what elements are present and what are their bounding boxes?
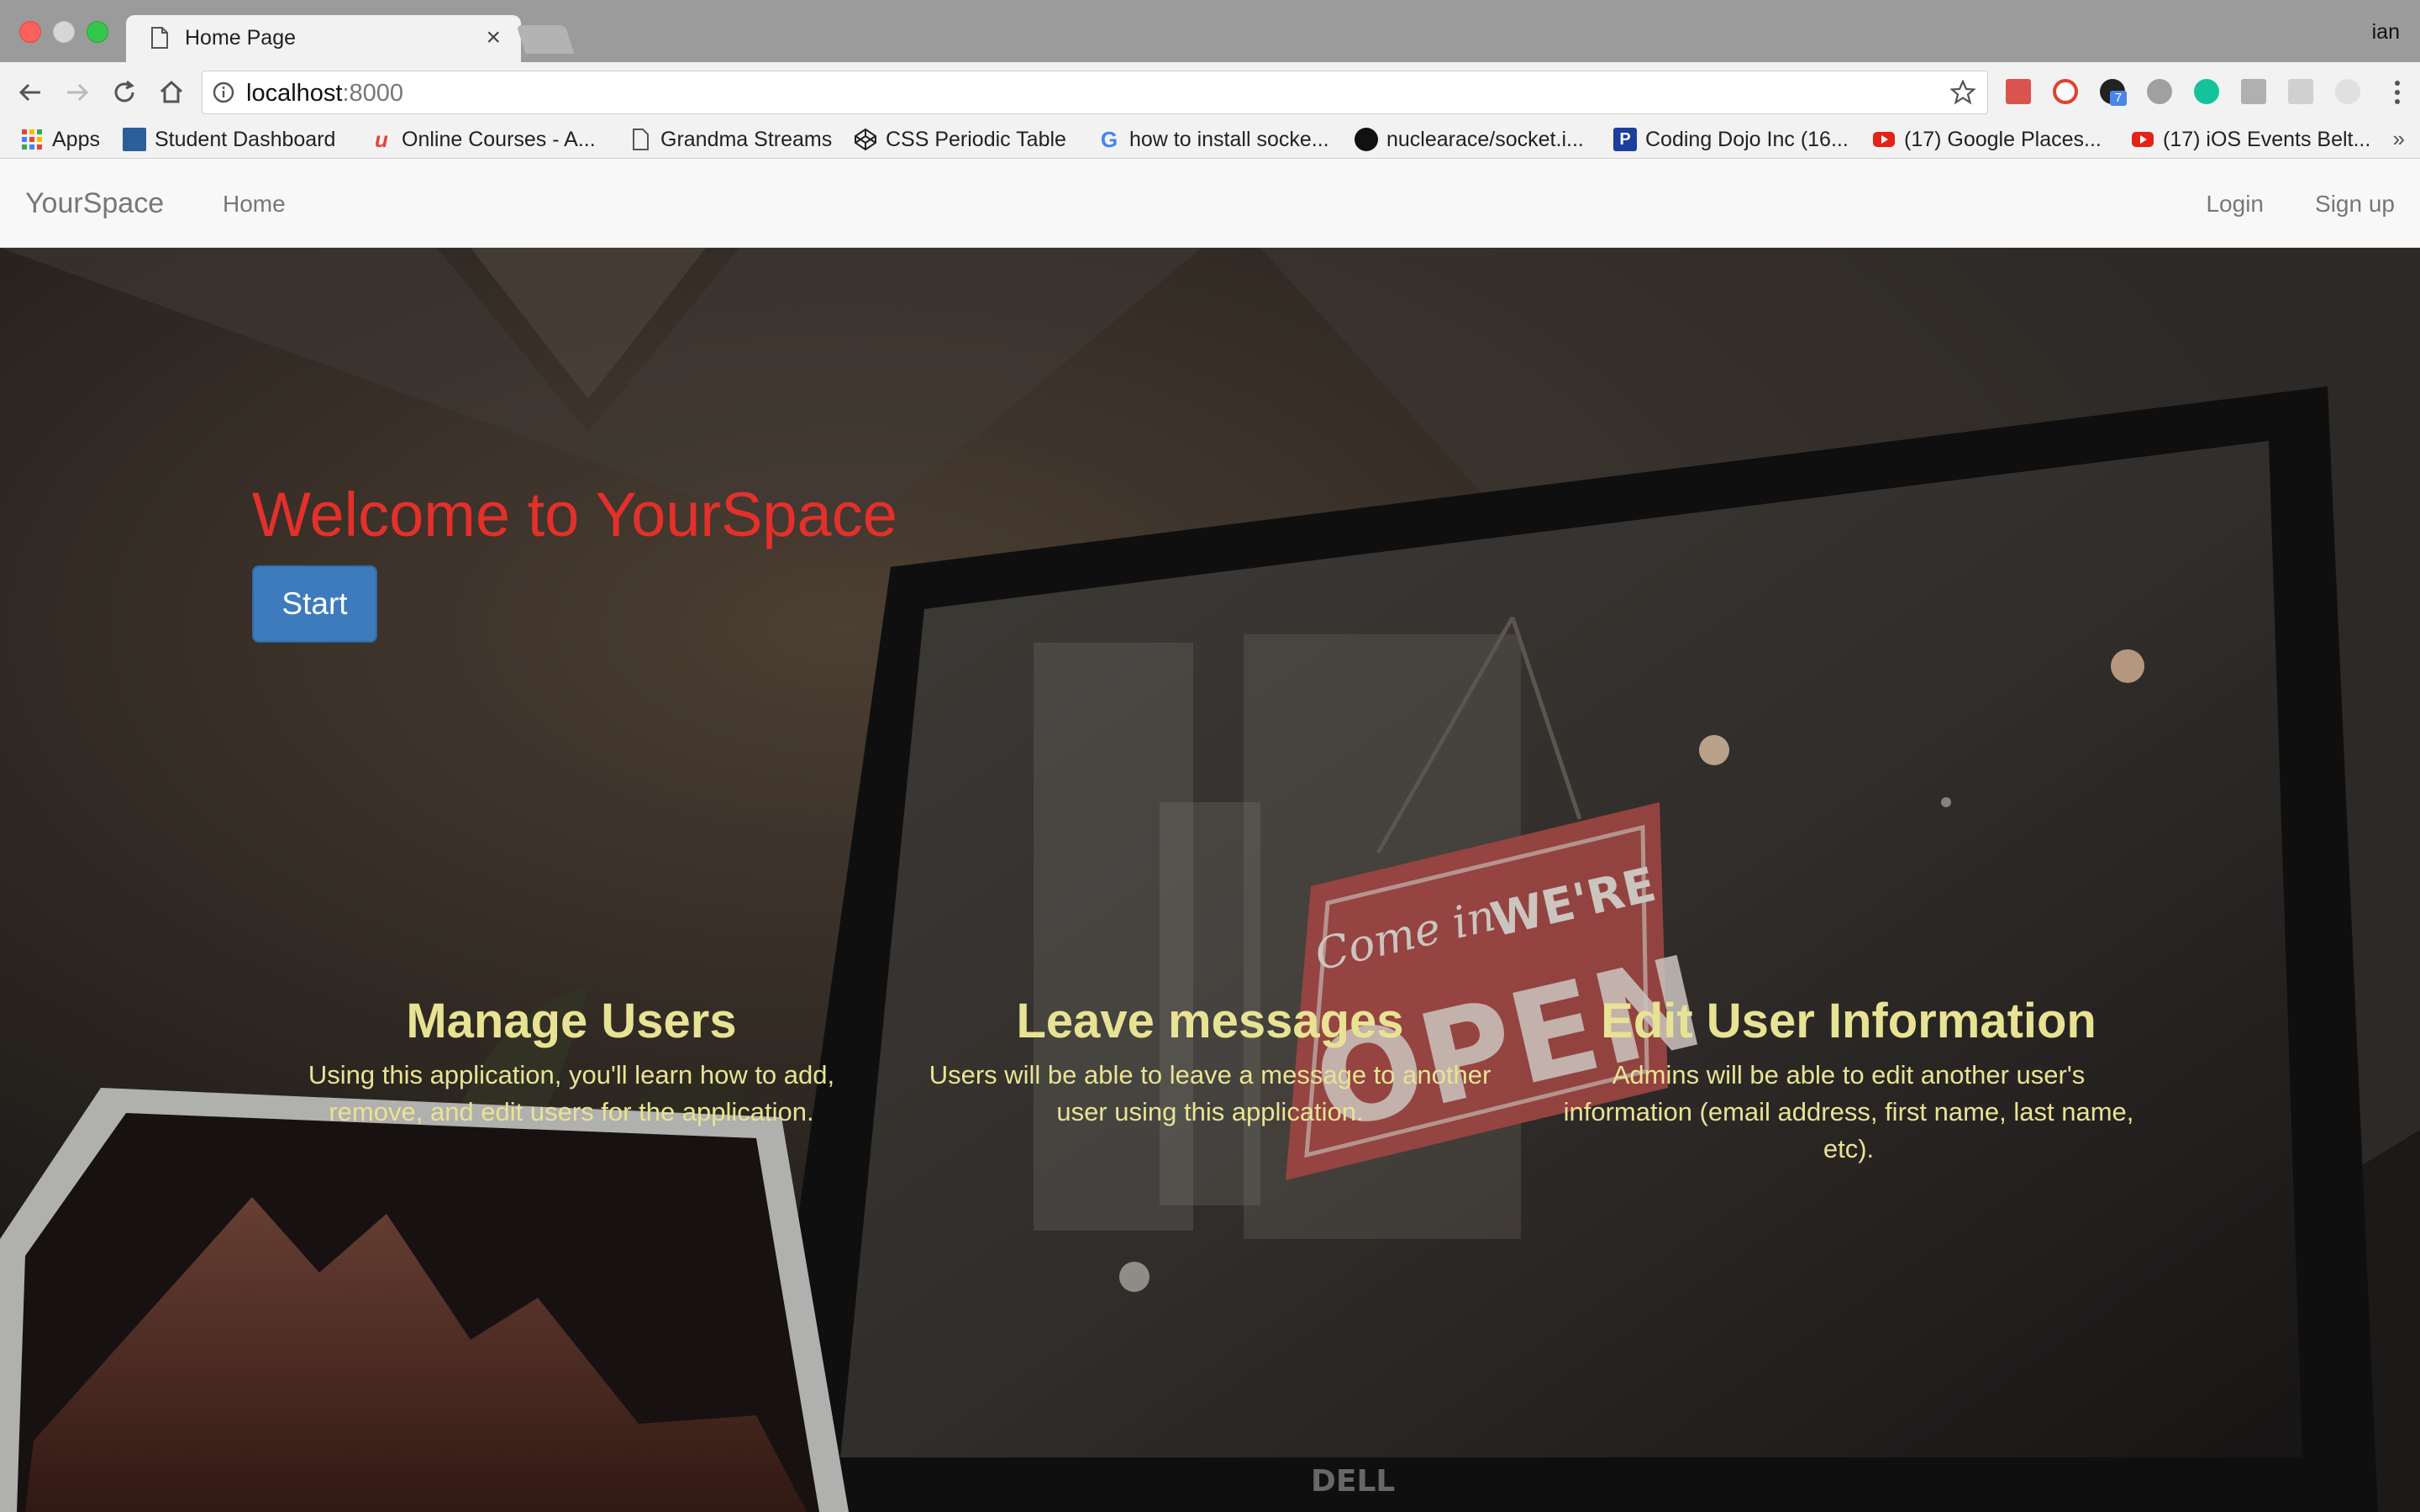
bookmark-nuclearace-socket[interactable]: nuclearace/socket.i... <box>1355 124 1584 155</box>
grammarly-icon[interactable] <box>2194 79 2219 104</box>
dashboard-gate-icon <box>123 128 146 151</box>
close-window-button[interactable] <box>19 21 41 43</box>
udemy-icon: u <box>375 127 388 152</box>
reload-button[interactable] <box>106 74 143 111</box>
extension-block-icon[interactable] <box>2147 79 2172 104</box>
feature-title: Leave messages <box>1016 994 1404 1048</box>
bookmark-label: Online Courses - A... <box>402 127 596 151</box>
feature-manage-users: Manage Users Using this application, you… <box>277 991 865 1131</box>
extension-react-icon[interactable] <box>2288 79 2313 104</box>
url-host: localhost <box>246 80 343 107</box>
feature-leave-messages: Leave messages Users will be able to lea… <box>916 991 1504 1131</box>
reload-icon <box>114 80 134 102</box>
home-button[interactable] <box>153 74 190 111</box>
extension-opera-icon[interactable] <box>2053 79 2078 104</box>
bookmarks-overflow-icon[interactable]: » <box>2393 126 2405 152</box>
apps-grid-icon <box>22 129 42 150</box>
arrow-left-icon <box>18 83 40 102</box>
bookmark-label: how to install socke... <box>1129 127 1329 151</box>
url-text[interactable]: localhost:8000 <box>246 80 403 108</box>
google-icon: G <box>1100 127 1118 152</box>
extension-eyedropper-icon[interactable] <box>2241 79 2266 104</box>
paylocity-icon: P <box>1613 128 1637 151</box>
bookmark-student-dashboard[interactable]: Student Dashboard <box>123 124 335 155</box>
github-icon <box>1355 128 1378 151</box>
site-navbar: YourSpace Home Login Sign up <box>0 159 2420 248</box>
bookmark-label: (17) iOS Events Belt... <box>2163 127 2371 151</box>
feature-description: Admins will be able to edit another user… <box>1563 1060 2134 1163</box>
youtube-icon <box>2132 132 2154 147</box>
document-icon <box>633 129 649 150</box>
hero-section: Come in WE'RE OPEN DELL Welcome to YourS… <box>0 248 2420 1512</box>
extension-gear-icon[interactable] <box>2335 79 2360 104</box>
bookmark-label: Grandma Streams <box>660 127 833 151</box>
tab-title: Home Page <box>185 26 297 50</box>
bookmark-label: Student Dashboard <box>155 127 336 151</box>
start-button[interactable]: Start <box>252 565 377 643</box>
bookmark-coding-dojo[interactable]: P Coding Dojo Inc (16... <box>1613 124 1849 155</box>
hero-background-image: Come in WE'RE OPEN DELL <box>0 248 2420 1512</box>
feature-description: Users will be able to leave a message to… <box>929 1060 1491 1126</box>
feature-title: Manage Users <box>406 994 737 1048</box>
bookmark-label: (17) Google Places... <box>1904 127 2102 151</box>
minimize-window-button[interactable] <box>53 21 75 43</box>
youtube-icon <box>1873 132 1895 147</box>
back-button[interactable] <box>12 74 49 111</box>
url-port: :8000 <box>342 80 404 107</box>
bookmark-star-icon[interactable] <box>1950 80 1975 105</box>
browser-toolbar: localhost:8000 7 <box>0 62 2420 123</box>
home-icon <box>160 80 183 103</box>
bookmark-apps[interactable]: Apps <box>20 124 100 155</box>
nav-link-home[interactable]: Home <box>223 191 286 218</box>
feature-description: Using this application, you'll learn how… <box>308 1060 835 1126</box>
address-bar[interactable]: localhost:8000 <box>202 71 1988 114</box>
forward-button[interactable] <box>59 74 96 111</box>
bookmark-label: Coding Dojo Inc (16... <box>1645 127 1849 151</box>
extension-evernote-icon[interactable]: 7 <box>2100 79 2127 106</box>
bookmark-label: nuclearace/socket.i... <box>1386 127 1584 151</box>
extension-badge: 7 <box>2110 91 2127 106</box>
profile-name[interactable]: ian <box>2372 20 2400 45</box>
nav-link-signup[interactable]: Sign up <box>2315 191 2395 218</box>
codepen-icon <box>855 128 876 151</box>
chrome-menu-icon[interactable] <box>2395 81 2402 108</box>
maximize-window-button[interactable] <box>87 21 108 43</box>
browser-titlebar: Home Page × ian <box>0 0 2420 62</box>
browser-tab-active[interactable]: Home Page × <box>126 15 521 62</box>
new-tab-button[interactable] <box>516 25 575 54</box>
bookmark-online-courses[interactable]: u Online Courses - A... <box>370 124 596 155</box>
bookmark-ios-events[interactable]: (17) iOS Events Belt... <box>2131 124 2370 155</box>
arrow-right-icon <box>67 83 89 102</box>
feature-edit-user-information: Edit User Information Admins will be abl… <box>1555 991 2143 1168</box>
bookmark-grandma-streams[interactable]: Grandma Streams <box>629 124 832 155</box>
info-icon[interactable] <box>213 81 234 103</box>
bookmark-label: CSS Periodic Table <box>886 127 1066 151</box>
document-icon <box>151 27 168 49</box>
feature-title: Edit User Information <box>1601 994 2096 1048</box>
bookmark-label: Apps <box>52 127 100 151</box>
navbar-brand[interactable]: YourSpace <box>25 187 164 220</box>
extension-book-icon[interactable] <box>2006 79 2031 104</box>
nav-link-login[interactable]: Login <box>2206 191 2264 218</box>
bookmark-install-socket[interactable]: G how to install socke... <box>1097 124 1329 155</box>
bookmarks-bar: Apps Student Dashboard u Online Courses … <box>0 123 2420 159</box>
bookmark-css-periodic-table[interactable]: CSS Periodic Table <box>854 124 1066 155</box>
bookmark-google-places[interactable]: (17) Google Places... <box>1872 124 2102 155</box>
hero-title: Welcome to YourSpace <box>252 480 897 549</box>
tab-close-icon[interactable]: × <box>486 24 501 52</box>
